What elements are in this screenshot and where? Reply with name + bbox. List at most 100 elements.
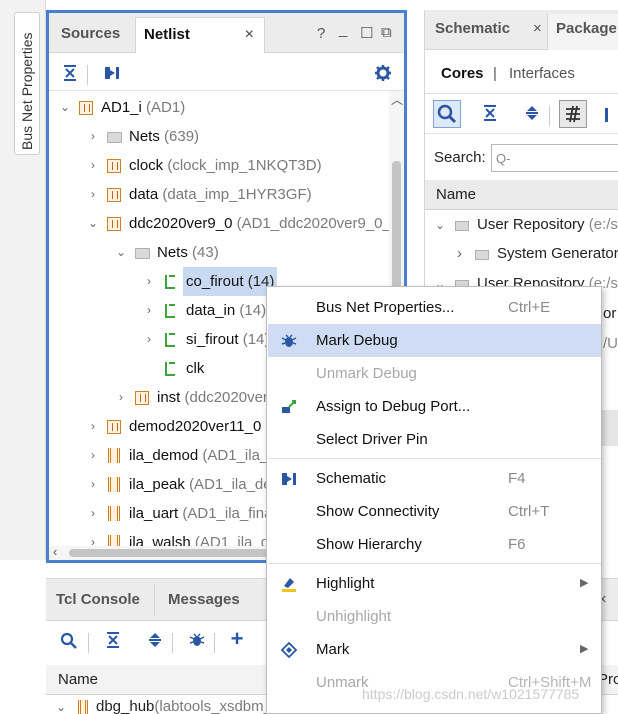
expand-all-icon[interactable] bbox=[521, 104, 543, 124]
menu-item-label: Mark bbox=[316, 641, 350, 658]
help-icon[interactable]: ? bbox=[317, 25, 325, 42]
tree-sublabel: (AD1_ddc2020ver9_0_0) bbox=[236, 215, 389, 232]
chevron-down-icon[interactable]: ⌄ bbox=[115, 238, 127, 267]
list-item[interactable]: ⌄ User Repository (e:/su bbox=[425, 210, 618, 240]
menu-item-show-connectivity[interactable]: Show Connectivity Ctrl+T bbox=[268, 495, 601, 528]
menu-divider bbox=[268, 458, 601, 459]
tree-sublabel: (clock_imp_1NKQT3D) bbox=[167, 157, 322, 174]
chevron-up-icon[interactable]: ︿ bbox=[391, 91, 403, 108]
menu-item-bus-net-properties[interactable]: Bus Net Properties... Ctrl+E bbox=[268, 291, 601, 324]
menu-item-label: Unhighlight bbox=[316, 608, 392, 625]
assign-debug-port-icon bbox=[280, 398, 298, 416]
column-header-name[interactable]: Name bbox=[58, 671, 98, 688]
toolbar-divider bbox=[549, 106, 550, 126]
expand-all-icon[interactable] bbox=[144, 631, 166, 651]
tree-row-nets[interactable]: › Nets (639) bbox=[49, 122, 389, 151]
folder-icon bbox=[107, 132, 122, 143]
row-sublabel: (e:/su bbox=[588, 216, 618, 233]
gear-icon[interactable] bbox=[372, 64, 394, 84]
tree-label: ila_demod bbox=[129, 447, 199, 464]
tree-label: Nets bbox=[157, 244, 188, 261]
tab-cores[interactable]: Cores bbox=[441, 58, 484, 90]
tree-label: ila_uart bbox=[129, 505, 179, 522]
menu-item-shortcut: F4 bbox=[508, 470, 526, 487]
menu-item-label: Show Hierarchy bbox=[316, 536, 422, 553]
menu-item-assign-debug-port[interactable]: Assign to Debug Port... bbox=[268, 390, 601, 423]
tab-netlist[interactable]: Netlist × bbox=[135, 17, 265, 53]
tab-sources[interactable]: Sources bbox=[55, 17, 135, 53]
details-strip bbox=[601, 410, 618, 446]
list-item[interactable]: › System Generator bbox=[425, 239, 618, 269]
search-icon[interactable] bbox=[58, 631, 80, 651]
tab-schematic[interactable]: Schematic bbox=[435, 20, 510, 37]
add-icon[interactable]: + bbox=[226, 628, 248, 650]
chevron-right-icon[interactable]: › bbox=[87, 441, 99, 470]
chevron-right-icon[interactable]: › bbox=[87, 499, 99, 528]
tab-netlist-label: Netlist bbox=[144, 26, 190, 43]
chevron-right-icon[interactable]: › bbox=[87, 412, 99, 441]
bug-icon[interactable] bbox=[186, 631, 208, 651]
tree-row-clock[interactable]: › clock (clock_imp_1NKQT3D) bbox=[49, 151, 389, 180]
menu-item-show-hierarchy[interactable]: Show Hierarchy F6 bbox=[268, 528, 601, 561]
tab-tcl-console[interactable]: Tcl Console bbox=[56, 591, 140, 608]
tab-package-label: Package bbox=[556, 20, 617, 37]
tree-sublabel: (AD1_ila_fina bbox=[182, 505, 273, 522]
chevron-right-icon[interactable]: › bbox=[87, 122, 99, 151]
chevron-down-icon[interactable]: ⌄ bbox=[87, 209, 99, 238]
tree-row-data[interactable]: › data (data_imp_1HYR3GF) bbox=[49, 180, 389, 209]
menu-item-unhighlight[interactable]: Unhighlight bbox=[268, 600, 601, 633]
chevron-right-icon[interactable]: › bbox=[87, 528, 99, 546]
close-icon[interactable]: × bbox=[245, 18, 254, 52]
chevron-right-icon[interactable]: › bbox=[115, 383, 127, 412]
tab-interfaces[interactable]: Interfaces bbox=[509, 58, 575, 90]
collapse-all-icon[interactable] bbox=[479, 104, 501, 124]
menu-item-mark[interactable]: Mark ▶ bbox=[268, 633, 601, 666]
menu-item-shortcut: F6 bbox=[508, 536, 526, 553]
chevron-right-icon[interactable]: › bbox=[87, 470, 99, 499]
menu-item-schematic[interactable]: Schematic F4 bbox=[268, 462, 601, 495]
tab-messages[interactable]: Messages bbox=[168, 591, 240, 608]
submenu-arrow-icon: ▶ bbox=[580, 577, 589, 589]
minimize-icon[interactable]: _ bbox=[339, 21, 347, 38]
search-icon[interactable] bbox=[433, 100, 461, 128]
tree-row-nets-43[interactable]: ⌄ Nets (43) bbox=[49, 238, 389, 267]
maximize-icon[interactable]: ☐ bbox=[360, 24, 373, 42]
menu-item-unmark-debug[interactable]: Unmark Debug bbox=[268, 357, 601, 390]
instance-icon bbox=[107, 188, 121, 202]
chevron-right-icon[interactable]: › bbox=[87, 180, 99, 209]
tab-bus-net-properties[interactable]: Bus Net Properties bbox=[14, 12, 40, 155]
mark-icon bbox=[280, 641, 298, 659]
tree-row-ad1-i[interactable]: ⌄ AD1_i (AD1) bbox=[49, 93, 389, 122]
column-header-name[interactable]: Name bbox=[425, 180, 618, 210]
chevron-down-icon[interactable]: ⌄ bbox=[56, 695, 66, 714]
chevron-left-icon[interactable]: ‹ bbox=[53, 544, 57, 559]
chevron-down-icon[interactable]: ⌄ bbox=[435, 210, 445, 240]
float-icon[interactable]: ⧉ bbox=[381, 24, 392, 41]
menu-item-label: Show Connectivity bbox=[316, 503, 440, 520]
menu-item-highlight[interactable]: Highlight ▶ bbox=[268, 567, 601, 600]
close-icon[interactable]: × bbox=[533, 20, 542, 37]
net-icon bbox=[165, 275, 175, 289]
menu-item-mark-debug[interactable]: Mark Debug bbox=[268, 324, 601, 357]
more-icon[interactable] bbox=[605, 108, 618, 122]
chevron-right-icon[interactable]: › bbox=[143, 296, 155, 325]
chevron-down-icon[interactable]: ⌄ bbox=[59, 93, 71, 122]
collapse-all-icon[interactable] bbox=[59, 64, 81, 84]
chevron-right-icon[interactable]: › bbox=[457, 239, 462, 269]
row-label: or bbox=[603, 305, 617, 322]
subtab-separator: | bbox=[493, 65, 497, 82]
scrollbar-thumb[interactable] bbox=[69, 549, 269, 557]
search-input[interactable]: Q- bbox=[491, 144, 618, 172]
chevron-right-icon[interactable]: › bbox=[143, 325, 155, 354]
chevron-right-icon[interactable]: › bbox=[87, 151, 99, 180]
tree-sublabel: (data_imp_1HYR3GF) bbox=[162, 186, 312, 203]
tab-package[interactable]: Package bbox=[547, 14, 618, 50]
folder-icon bbox=[135, 248, 150, 259]
tree-row-ddc2020ver9[interactable]: ⌄ ddc2020ver9_0 (AD1_ddc2020ver9_0_0) bbox=[49, 209, 389, 238]
chevron-right-icon[interactable]: › bbox=[143, 267, 155, 296]
tree-sublabel: (14) bbox=[239, 302, 267, 319]
menu-item-select-driver-pin[interactable]: Select Driver Pin bbox=[268, 423, 601, 456]
collapse-all-icon[interactable] bbox=[102, 631, 124, 651]
filter-icon[interactable] bbox=[559, 100, 587, 128]
schematic-icon[interactable] bbox=[101, 64, 123, 84]
